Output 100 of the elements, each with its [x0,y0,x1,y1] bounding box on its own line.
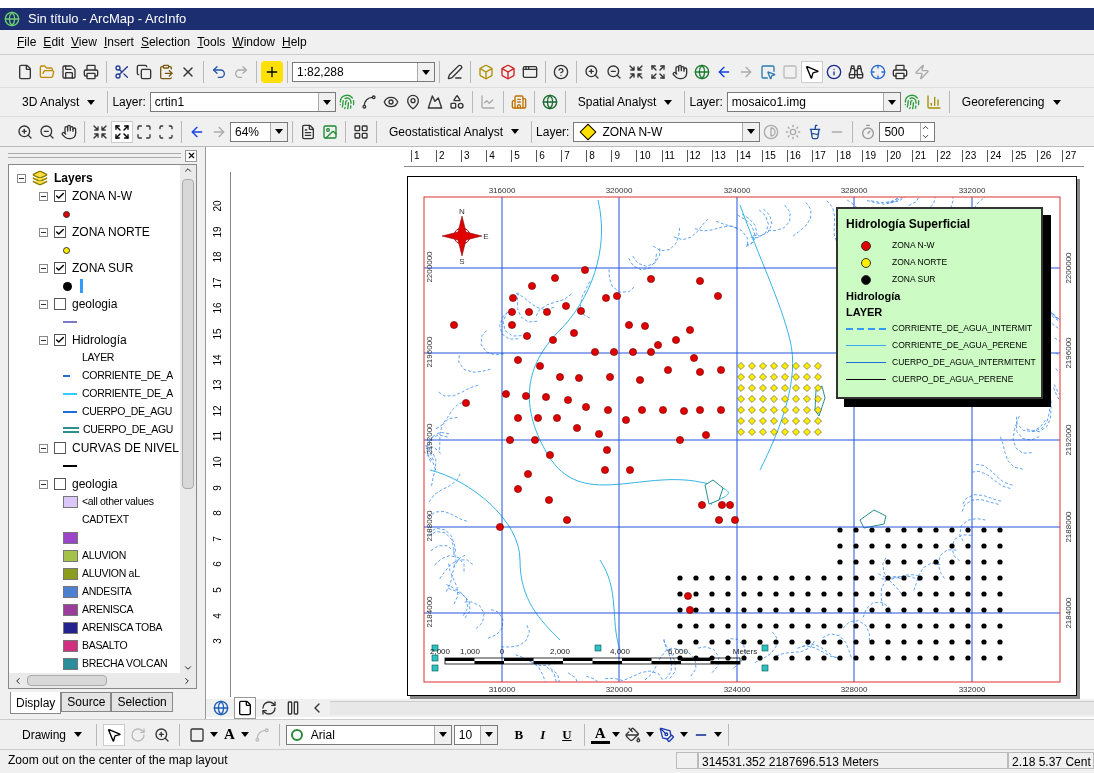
caret-icon[interactable] [1052,99,1061,105]
number-spinner[interactable]: 500 [879,121,936,142]
caret-icon[interactable] [713,732,722,737]
caret-icon[interactable] [87,99,96,105]
horizontal-scrollbar[interactable] [9,673,196,688]
legend-label: ALUVION [82,548,126,564]
toolbar-menu[interactable]: Drawing [14,723,90,746]
caret-icon[interactable] [645,732,654,737]
italic-button[interactable]: I [531,724,554,745]
expand-toggle[interactable] [39,443,48,453]
menu-item[interactable]: View [68,33,100,51]
add-data-icon[interactable] [261,61,283,83]
ruler-number: 23 [962,150,977,162]
checkbox[interactable] [54,226,66,238]
caret-icon[interactable] [240,732,249,737]
pointer-icon[interactable] [801,61,823,83]
panel-tab[interactable]: Selection [111,692,173,712]
ruler-number: 27 [1062,150,1077,162]
caret-icon[interactable] [611,732,620,737]
toolbar-menu[interactable]: 3D Analyst [14,91,104,113]
expand-toggle[interactable] [17,173,26,183]
expand-toggle[interactable] [39,191,48,201]
expand-toggle[interactable] [39,263,48,273]
ruler-number: 10 [212,455,224,470]
caret-icon[interactable] [887,99,896,105]
menu-item[interactable]: Selection [137,33,194,51]
menu-item[interactable]: Insert [100,33,137,51]
menu-item[interactable]: File [14,33,40,51]
scroll-left-icon[interactable] [13,675,23,686]
menu-item[interactable]: Edit [40,33,68,51]
grid-label: 2196000 [425,336,434,368]
pointer-icon[interactable] [103,723,125,746]
ruler-number: 17 [212,276,224,291]
close-button[interactable] [185,149,197,162]
caret-icon[interactable] [275,129,283,134]
legend-label: ARENISCA TOBA [82,620,163,636]
checkbox[interactable] [54,262,66,274]
layer-name[interactable]: geologia [72,475,118,493]
toolbar-menu[interactable]: Geostatistical Analyst [381,120,528,143]
layer-name[interactable]: ZONA N-W [72,187,132,205]
caret-icon[interactable] [747,129,756,134]
vertical-scrollbar[interactable] [180,165,196,673]
scroll-right-icon[interactable] [182,675,192,686]
layer-name[interactable]: ZONA SUR [72,259,134,277]
ruler-number: 8 [212,509,224,518]
caret-icon[interactable] [422,69,430,75]
ruler-number: 2 [436,150,445,162]
layer-dropdown[interactable]: crtin1 [149,92,336,112]
scale-dropdown[interactable]: 1:82,288 [292,62,435,82]
zoom-dropdown[interactable]: 64% [230,121,288,142]
checkbox[interactable] [54,190,66,202]
scale-label: 0 [499,647,505,656]
menu-item[interactable]: Help [279,33,310,51]
toolbar-menu[interactable]: Georeferencing [953,91,1069,113]
expand-toggle[interactable] [39,479,48,489]
expand-toggle[interactable] [39,335,48,345]
legend-label: CORRIENTE_DE_A [82,368,173,384]
ruler-number: 15 [761,150,776,162]
font-color-button[interactable]: A [590,725,610,744]
panel-tab[interactable]: Source [61,692,112,712]
caret-icon[interactable] [438,732,447,737]
layout-view-icon[interactable] [234,697,256,719]
layer-name[interactable]: Hidrología [72,331,127,349]
checkbox[interactable] [54,298,66,310]
caret-icon[interactable] [679,732,688,737]
layer-label: Layer: [536,123,570,141]
layer-dropdown[interactable]: ZONA N-W [573,121,761,142]
caret-icon[interactable] [664,99,673,105]
legend-heading: LAYER [846,305,884,320]
panel-tab[interactable]: Display [10,692,62,714]
tree-root-label[interactable]: Layers [54,169,93,187]
ruler-number: 20 [886,150,902,162]
text-tool-button[interactable]: A [220,723,239,746]
horizontal-scrollbar[interactable] [330,701,1094,715]
expand-toggle[interactable] [39,299,48,309]
font-size-dropdown[interactable]: 10 [453,724,498,745]
font-dropdown[interactable]: Arial [285,724,452,745]
expand-toggle[interactable] [39,227,48,237]
checkbox[interactable] [54,478,66,490]
scroll-up-icon[interactable] [183,165,193,175]
underline-button[interactable]: U [555,724,578,745]
layer-name[interactable]: ZONA NORTE [72,223,150,241]
layer-name[interactable]: geologia [72,295,118,313]
menu-item[interactable]: Window [229,33,278,51]
zoom-out-fixed-icon[interactable] [111,120,133,143]
menu-item[interactable]: Tools [194,33,229,51]
layer-dropdown[interactable]: mosaico1.img [726,92,901,112]
caret-icon[interactable] [322,99,331,105]
bold-button[interactable]: B [507,724,530,745]
checkbox[interactable] [54,442,66,454]
caret-icon[interactable] [210,732,218,737]
checkbox[interactable] [54,334,66,346]
grid-label: 332000 [958,186,986,195]
caret-icon[interactable] [74,732,82,737]
scroll-down-icon[interactable] [183,663,193,673]
caret-icon[interactable] [511,129,520,134]
ruler-number: 19 [212,225,224,240]
caret-icon[interactable] [484,732,493,737]
layer-name[interactable]: CURVAS DE NIVEL [72,439,179,457]
toolbar-menu[interactable]: Spatial Analyst [569,91,681,113]
